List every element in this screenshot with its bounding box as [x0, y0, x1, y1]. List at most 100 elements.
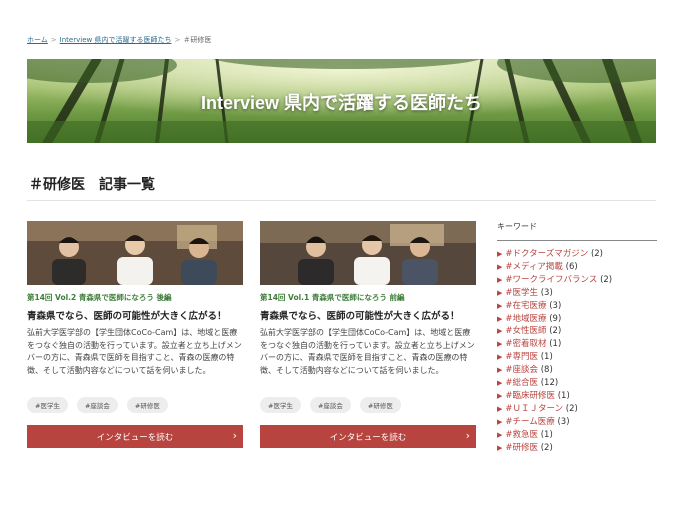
tag-chip[interactable]: #研修医 — [359, 397, 401, 413]
tag-chip[interactable]: #医学生 — [260, 397, 301, 413]
keyword-count: (9) — [549, 313, 562, 324]
keyword-count: (1) — [549, 339, 562, 350]
triangle-bullet-icon: ▶ — [497, 314, 503, 323]
article-card: 第14回 Vol.1 青森県で医師になろう 前編 青森県でなら、医師の可能性が大… — [260, 221, 476, 448]
keyword-link[interactable]: #医学生 — [505, 288, 538, 298]
article-photo[interactable] — [27, 221, 243, 285]
keyword-item[interactable]: ▶ #専門医 (1) — [497, 351, 657, 364]
keyword-link[interactable]: #救急医 — [505, 430, 538, 440]
triangle-bullet-icon: ▶ — [497, 430, 503, 439]
triangle-bullet-icon: ▶ — [497, 340, 503, 349]
triangle-bullet-icon: ▶ — [497, 366, 503, 375]
keyword-item[interactable]: ▶ #座談会 (8) — [497, 364, 657, 377]
keyword-count: (12) — [540, 378, 559, 389]
triangle-bullet-icon: ▶ — [497, 262, 503, 271]
breadcrumb: ホーム > Interview 県内で活躍する医師たち > ＃研修医 — [27, 35, 211, 45]
keyword-count: (3) — [549, 300, 562, 311]
keyword-list: ▶ #ドクターズマガジン (2) ▶ #メディア掲載 (6) ▶ #ワークライフバランス … — [497, 248, 657, 455]
hero-title: Interview 県内で活躍する医師たち — [200, 93, 483, 113]
keyword-link[interactable]: #メディア掲載 — [505, 262, 563, 272]
article-headline[interactable]: 青森県でなら、医師の可能性が大きく広がる！ — [27, 308, 243, 322]
tag-list: #医学生 #座談会 #研修医 — [260, 397, 476, 413]
keyword-link[interactable]: #ＵＩＪターン — [505, 404, 563, 414]
keyword-count: (2) — [549, 326, 562, 337]
keyword-item[interactable]: ▶ #ＵＩＪターン (2) — [497, 403, 657, 416]
keyword-count: (2) — [590, 249, 603, 259]
interview-photo-image — [27, 221, 243, 285]
breadcrumb-section-link[interactable]: Interview 県内で活躍する医師たち — [60, 36, 172, 44]
breadcrumb-separator: > — [174, 36, 181, 44]
triangle-bullet-icon: ▶ — [497, 327, 503, 336]
keyword-link[interactable]: #ドクターズマガジン — [505, 249, 588, 259]
tag-chip[interactable]: #医学生 — [27, 397, 68, 413]
keyword-item[interactable]: ▶ #臨床研修医 (1) — [497, 390, 657, 403]
article-photo[interactable] — [260, 221, 476, 285]
keyword-item[interactable]: ▶ #総合医 (12) — [497, 377, 657, 390]
interview-photo-image — [260, 221, 476, 285]
tag-chip[interactable]: #座談会 — [76, 397, 118, 413]
keyword-link[interactable]: #ワークライフバランス — [505, 275, 597, 285]
keyword-count: (2) — [540, 442, 553, 453]
keyword-item[interactable]: ▶ #医学生 (3) — [497, 287, 657, 300]
breadcrumb-home-link[interactable]: ホーム — [27, 36, 48, 44]
chevron-right-icon: › — [232, 429, 237, 442]
keyword-link[interactable]: #臨床研修医 — [505, 391, 555, 401]
title-divider — [27, 200, 656, 201]
keyword-item[interactable]: ▶ #チーム医療 (3) — [497, 416, 657, 429]
keyword-link[interactable]: #在宅医療 — [505, 301, 546, 311]
keyword-link[interactable]: #専門医 — [505, 352, 538, 362]
article-card: 第14回 Vol.2 青森県で医師になろう 後編 青森県でなら、医師の可能性が大… — [27, 221, 243, 448]
chevron-right-icon: › — [465, 429, 470, 442]
keyword-link[interactable]: #地域医療 — [505, 314, 546, 324]
keyword-link[interactable]: #総合医 — [505, 378, 538, 388]
triangle-bullet-icon: ▶ — [497, 288, 503, 297]
breadcrumb-current: ＃研修医 — [183, 36, 212, 44]
sidebar-heading: キーワード — [497, 221, 657, 241]
read-interview-button[interactable]: インタビューを読む › — [260, 425, 476, 448]
triangle-bullet-icon: ▶ — [497, 275, 503, 284]
triangle-bullet-icon: ▶ — [497, 417, 503, 426]
hero-banner: Interview 県内で活躍する医師たち — [27, 59, 656, 143]
keyword-link[interactable]: #研修医 — [505, 443, 538, 453]
article-headline[interactable]: 青森県でなら、医師の可能性が大きく広がる！ — [260, 308, 476, 322]
keyword-count: (1) — [540, 429, 553, 440]
keyword-item[interactable]: ▶ #女性医師 (2) — [497, 325, 657, 338]
article-excerpt: 弘前大学医学部の【学生団体CoCo-Cam】は、地域と医療をつなぐ独自の活動を行… — [260, 328, 475, 375]
tag-chip[interactable]: #研修医 — [126, 397, 168, 413]
read-interview-button[interactable]: インタビューを読む › — [27, 425, 243, 448]
keyword-count: (1) — [540, 352, 553, 363]
article-kicker: 第14回 Vol.2 青森県で医師になろう 後編 — [27, 293, 172, 302]
triangle-bullet-icon: ▶ — [497, 379, 503, 388]
keyword-item[interactable]: ▶ #救急医 (1) — [497, 429, 657, 442]
keyword-link[interactable]: #チーム医療 — [505, 417, 554, 427]
keyword-item[interactable]: ▶ #メディア掲載 (6) — [497, 261, 657, 274]
keyword-link[interactable]: #密着取材 — [505, 339, 546, 349]
breadcrumb-separator: > — [50, 36, 57, 44]
triangle-bullet-icon: ▶ — [497, 443, 503, 452]
keyword-sidebar: キーワード ▶ #ドクターズマガジン (2) ▶ #メディア掲載 (6) ▶ #ワークライ… — [497, 221, 657, 455]
keyword-item[interactable]: ▶ #ドクターズマガジン (2) — [497, 248, 657, 261]
read-interview-label: インタビューを読む — [96, 432, 174, 443]
tag-chip[interactable]: #座談会 — [309, 397, 351, 413]
tag-list: #医学生 #座談会 #研修医 — [27, 397, 243, 413]
keyword-count: (1) — [557, 390, 570, 401]
keyword-count: (3) — [540, 287, 553, 298]
read-interview-label: インタビューを読む — [329, 432, 407, 443]
keyword-count: (3) — [557, 416, 570, 427]
keyword-item[interactable]: ▶ #在宅医療 (3) — [497, 300, 657, 313]
keyword-count: (6) — [565, 261, 578, 272]
triangle-bullet-icon: ▶ — [497, 404, 503, 413]
keyword-link[interactable]: #座談会 — [505, 365, 538, 375]
keyword-count: (8) — [540, 365, 553, 376]
keyword-item[interactable]: ▶ #地域医療 (9) — [497, 313, 657, 326]
article-excerpt: 弘前大学医学部の【学生団体CoCo-Cam】は、地域と医療をつなぐ独自の活動を行… — [27, 328, 242, 375]
keyword-link[interactable]: #女性医師 — [505, 326, 546, 336]
triangle-bullet-icon: ▶ — [497, 250, 503, 258]
page-title: ＃研修医 記事一覧 — [29, 177, 155, 193]
triangle-bullet-icon: ▶ — [497, 353, 503, 362]
keyword-item[interactable]: ▶ #研修医 (2) — [497, 442, 657, 455]
keyword-item[interactable]: ▶ #密着取材 (1) — [497, 338, 657, 351]
keyword-item[interactable]: ▶ #ワークライフバランス (2) — [497, 274, 657, 287]
keyword-count: (2) — [600, 274, 613, 285]
keyword-count: (2) — [565, 403, 578, 414]
